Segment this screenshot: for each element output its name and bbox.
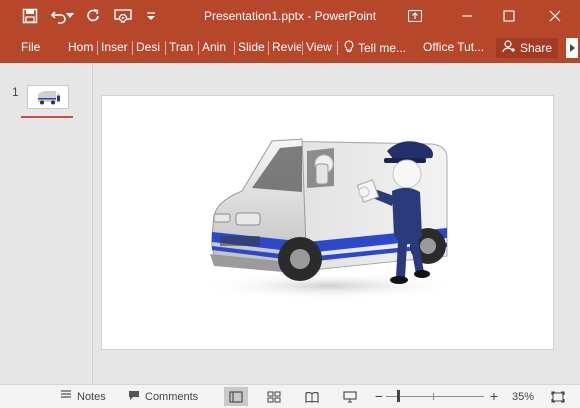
tab-separator: [337, 41, 338, 55]
normal-view-icon: [229, 390, 243, 403]
zoom-slider-center-tick: [433, 393, 434, 400]
slide-show-icon: [343, 390, 357, 403]
share-label: Share: [520, 41, 553, 55]
zoom-out-icon[interactable]: −: [372, 388, 386, 404]
ribbon-tab-bar: File Hom Inser Desi Tran Anin Slide Revi…: [0, 32, 580, 63]
status-bar: Notes Comments − + 35%: [0, 384, 580, 408]
tab-separator: [268, 41, 269, 55]
maximize-icon[interactable]: [492, 0, 526, 32]
tab-animations[interactable]: Anin: [202, 40, 231, 54]
comments-button[interactable]: Comments: [128, 385, 198, 408]
reading-view-button[interactable]: [300, 387, 324, 406]
tab-file[interactable]: File: [21, 40, 40, 54]
minimize-icon[interactable]: [450, 0, 484, 32]
comments-label: Comments: [145, 390, 199, 403]
tab-insert[interactable]: Inser: [101, 40, 130, 54]
tell-me-label: Tell me...: [358, 41, 407, 55]
notes-label: Notes: [77, 390, 106, 403]
ribbon-display-options-icon[interactable]: [398, 0, 432, 32]
close-icon[interactable]: [538, 0, 572, 32]
fit-slide-to-window-button[interactable]: [546, 387, 570, 406]
lightbulb-icon: [344, 40, 354, 56]
slide-show-button[interactable]: [338, 387, 362, 406]
zoom-slider-track[interactable]: [386, 396, 484, 397]
fit-to-window-icon: [551, 390, 565, 403]
person-add-icon: [502, 40, 516, 56]
tab-separator: [234, 41, 235, 55]
tab-separator: [302, 41, 303, 55]
slide-canvas[interactable]: [101, 95, 554, 350]
slide-sorter-button[interactable]: [262, 387, 286, 406]
tab-separator: [198, 41, 199, 55]
tab-separator: [132, 41, 133, 55]
comment-icon: [128, 390, 140, 404]
slide-sorter-icon: [267, 391, 281, 402]
tell-me-search[interactable]: Tell me...: [344, 40, 406, 56]
tab-transitions[interactable]: Tran: [169, 40, 195, 54]
title-bar: Presentation1.pptx - PowerPoint: [0, 0, 580, 32]
share-button[interactable]: Share: [496, 38, 558, 58]
thumbnail-van-image: [38, 91, 60, 105]
tab-design[interactable]: Desi: [136, 40, 162, 54]
reading-view-icon: [305, 391, 319, 403]
tab-home[interactable]: Hom: [68, 40, 95, 54]
slide-number: 1: [12, 85, 19, 99]
slide-insertion-marker: [21, 116, 73, 118]
delivery-van-with-courier-image: [200, 138, 460, 300]
ribbon-scroll-right-icon[interactable]: [566, 38, 578, 58]
zoom-level[interactable]: 35%: [512, 385, 534, 408]
slide-thumbnail[interactable]: [27, 85, 69, 109]
tab-separator: [97, 41, 98, 55]
notes-button[interactable]: Notes: [60, 385, 106, 408]
tab-view[interactable]: View: [306, 40, 334, 54]
slide-thumbnail-pane: 1: [0, 63, 93, 384]
tab-slide-show[interactable]: Slide: [238, 40, 266, 54]
zoom-in-icon[interactable]: +: [487, 388, 501, 404]
tab-review[interactable]: Revie: [272, 40, 301, 54]
zoom-slider-thumb[interactable]: [397, 390, 400, 402]
normal-view-button[interactable]: [224, 387, 248, 406]
tab-office-tutorials[interactable]: Office Tut...: [423, 40, 484, 54]
tab-separator: [165, 41, 166, 55]
notes-icon: [60, 390, 72, 403]
